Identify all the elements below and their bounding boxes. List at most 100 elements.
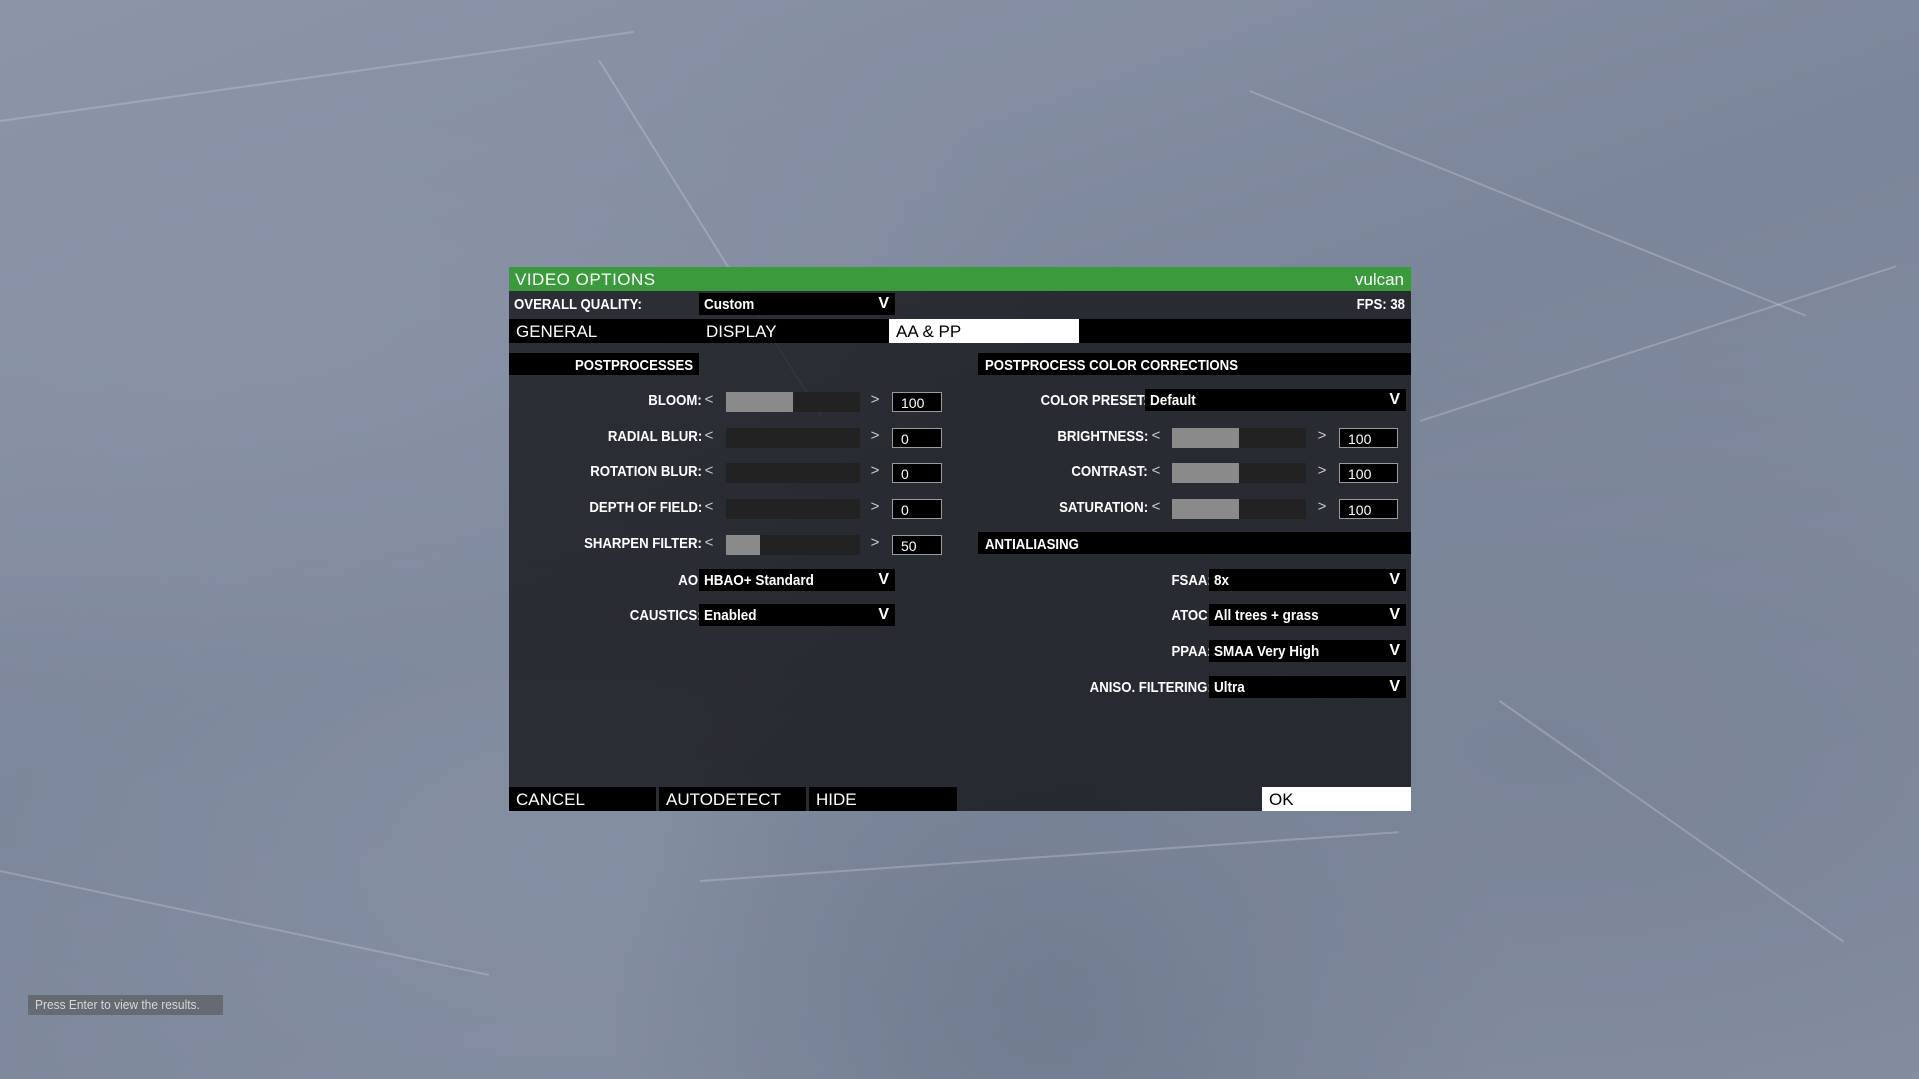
autodetect-button[interactable]: AUTODETECT: [659, 787, 806, 811]
overall-quality-dropdown[interactable]: Custom V: [699, 293, 895, 315]
color-preset-label: COLOR PRESET:: [1040, 392, 1148, 409]
sharpen-filter-slider-fill: [726, 535, 760, 555]
sharpen-filter-decrease-icon[interactable]: <: [699, 534, 719, 551]
radial-blur-decrease-icon[interactable]: <: [699, 427, 719, 444]
bloom-value: 100: [901, 395, 925, 411]
chevron-down-icon: V: [1389, 606, 1400, 623]
brightness-decrease-icon[interactable]: <: [1146, 427, 1166, 444]
saturation-increase-icon[interactable]: >: [1312, 498, 1332, 515]
antialiasing-header-text: ANTIALIASING: [985, 536, 1079, 553]
contrast-decrease-icon[interactable]: <: [1146, 462, 1166, 479]
aniso-filtering-value: Ultra: [1214, 679, 1245, 696]
fsaa-value: 8x: [1214, 572, 1230, 589]
bloom-increase-icon[interactable]: >: [865, 391, 885, 408]
sharpen-filter-label: SHARPEN FILTER:: [584, 535, 702, 552]
chevron-down-icon: V: [1389, 642, 1400, 659]
radial-blur-value-box[interactable]: 0: [892, 428, 942, 448]
atoc-dropdown[interactable]: All trees + grass V: [1209, 604, 1406, 626]
depth-of-field-label: DEPTH OF FIELD:: [589, 499, 702, 516]
sharpen-filter-increase-icon[interactable]: >: [865, 534, 885, 551]
renderer-label: vulcan: [1354, 270, 1404, 289]
caustics-dropdown[interactable]: Enabled V: [699, 604, 895, 626]
depth-of-field-value: 0: [901, 502, 909, 518]
bloom-slider-fill: [726, 392, 793, 412]
bloom-value-box[interactable]: 100: [892, 392, 942, 412]
rotation-blur-value-box[interactable]: 0: [892, 463, 942, 483]
radial-blur-label: RADIAL BLUR:: [607, 428, 702, 445]
chevron-down-icon: V: [878, 571, 889, 588]
saturation-slider-track[interactable]: [1172, 499, 1306, 519]
saturation-slider-fill: [1172, 499, 1239, 519]
saturation-decrease-icon[interactable]: <: [1146, 498, 1166, 515]
chevron-down-icon: V: [1389, 571, 1400, 588]
brightness-label: BRIGHTNESS:: [1057, 428, 1148, 445]
ao-dropdown[interactable]: HBAO+ Standard V: [699, 569, 895, 591]
chevron-down-icon: V: [1389, 391, 1400, 408]
contrast-value-box[interactable]: 100: [1339, 463, 1398, 483]
sharpen-filter-value-box[interactable]: 50: [892, 535, 942, 555]
rotation-blur-decrease-icon[interactable]: <: [699, 462, 719, 479]
brightness-value: 100: [1348, 431, 1372, 447]
hide-button[interactable]: HIDE: [809, 787, 957, 811]
saturation-value-box[interactable]: 100: [1339, 499, 1398, 519]
cancel-button[interactable]: CANCEL: [509, 787, 656, 811]
color-corrections-header-text: POSTPROCESS COLOR CORRECTIONS: [985, 357, 1239, 374]
radial-blur-increase-icon[interactable]: >: [865, 427, 885, 444]
brightness-value-box[interactable]: 100: [1339, 428, 1398, 448]
tab-general-label: GENERAL: [516, 322, 598, 341]
bloom-slider-track[interactable]: [726, 392, 860, 412]
overall-quality-label: OVERALL QUALITY:: [514, 296, 642, 313]
radial-blur-slider-track[interactable]: [726, 428, 860, 448]
atoc-value: All trees + grass: [1214, 607, 1319, 624]
overall-quality-value: Custom: [704, 296, 755, 313]
radial-blur-value: 0: [901, 431, 909, 447]
ppaa-value: SMAA Very High: [1214, 643, 1320, 660]
rotation-blur-slider-track[interactable]: [726, 463, 860, 483]
fps-counter: FPS: 38: [1356, 296, 1405, 313]
caustics-label: CAUSTICS:: [630, 607, 702, 624]
rotation-blur-increase-icon[interactable]: >: [865, 462, 885, 479]
brightness-increase-icon[interactable]: >: [1312, 427, 1332, 444]
contrast-slider-track[interactable]: [1172, 463, 1306, 483]
postprocesses-header: POSTPROCESSES: [509, 353, 699, 375]
color-preset-dropdown[interactable]: Default V: [1145, 389, 1406, 411]
fsaa-dropdown[interactable]: 8x V: [1209, 569, 1406, 591]
depth-of-field-increase-icon[interactable]: >: [865, 498, 885, 515]
video-options-dialog: VIDEO OPTIONS vulcan OVERALL QUALITY: Cu…: [509, 267, 1411, 811]
saturation-label: SATURATION:: [1059, 499, 1148, 516]
atoc-label: ATOC:: [1171, 607, 1212, 624]
tab-aa-pp-label: AA & PP: [896, 322, 962, 341]
aniso-filtering-dropdown[interactable]: Ultra V: [1209, 676, 1406, 698]
color-corrections-header: POSTPROCESS COLOR CORRECTIONS: [978, 353, 1411, 375]
tab-display[interactable]: DISPLAY: [699, 319, 889, 343]
ppaa-dropdown[interactable]: SMAA Very High V: [1209, 640, 1406, 662]
autodetect-button-label: AUTODETECT: [666, 790, 781, 809]
bloom-decrease-icon[interactable]: <: [699, 391, 719, 408]
sharpen-filter-slider-track[interactable]: [726, 535, 860, 555]
saturation-value: 100: [1348, 502, 1372, 518]
contrast-value: 100: [1348, 466, 1372, 482]
ao-value: HBAO+ Standard: [704, 572, 814, 589]
rotation-blur-label: ROTATION BLUR:: [590, 463, 702, 480]
hide-button-label: HIDE: [816, 790, 857, 809]
brightness-slider-fill: [1172, 428, 1239, 448]
chevron-down-icon: V: [1389, 678, 1400, 695]
title-bar: VIDEO OPTIONS vulcan: [509, 267, 1411, 291]
depth-of-field-value-box[interactable]: 0: [892, 499, 942, 519]
dialog-title: VIDEO OPTIONS: [515, 270, 656, 289]
depth-of-field-decrease-icon[interactable]: <: [699, 498, 719, 515]
contrast-increase-icon[interactable]: >: [1312, 462, 1332, 479]
postprocesses-header-text: POSTPROCESSES: [575, 357, 694, 374]
press-enter-hint: Press Enter to view the results.: [28, 995, 223, 1015]
aniso-filtering-label: ANISO. FILTERING:: [1089, 679, 1212, 696]
tab-aa-pp[interactable]: AA & PP: [889, 319, 1079, 343]
depth-of-field-slider-track[interactable]: [726, 499, 860, 519]
fsaa-label: FSAA:: [1171, 572, 1212, 589]
tab-general[interactable]: GENERAL: [509, 319, 699, 343]
bloom-label: BLOOM:: [648, 392, 702, 409]
ok-button[interactable]: OK: [1262, 787, 1411, 811]
chevron-down-icon: V: [878, 606, 889, 623]
contrast-slider-fill: [1172, 463, 1239, 483]
ppaa-label: PPAA:: [1171, 643, 1212, 660]
brightness-slider-track[interactable]: [1172, 428, 1306, 448]
